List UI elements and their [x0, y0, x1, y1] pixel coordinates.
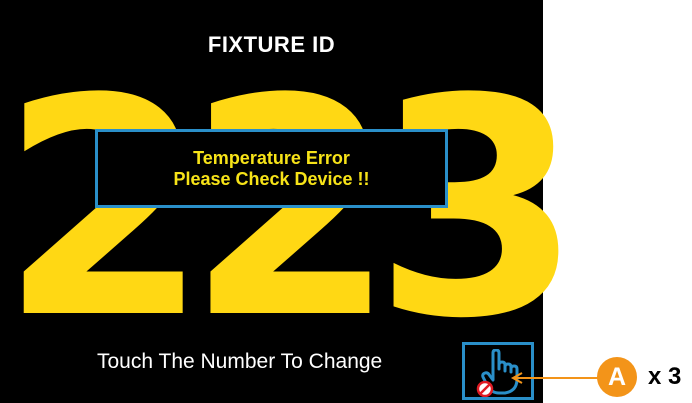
error-dialog: Temperature Error Please Check Device !!	[95, 129, 448, 208]
error-message-line1: Temperature Error	[193, 147, 350, 168]
touch-lock-button[interactable]	[462, 342, 534, 400]
callout-badge: A	[597, 357, 637, 397]
error-message-line2: Please Check Device !!	[173, 168, 370, 189]
callout-arrow	[510, 372, 598, 384]
callout-count: x 3	[648, 363, 682, 390]
fixture-screen: FIXTURE ID 223 Temperature Error Please …	[0, 0, 582, 403]
touch-hint: Touch The Number To Change	[97, 350, 383, 373]
